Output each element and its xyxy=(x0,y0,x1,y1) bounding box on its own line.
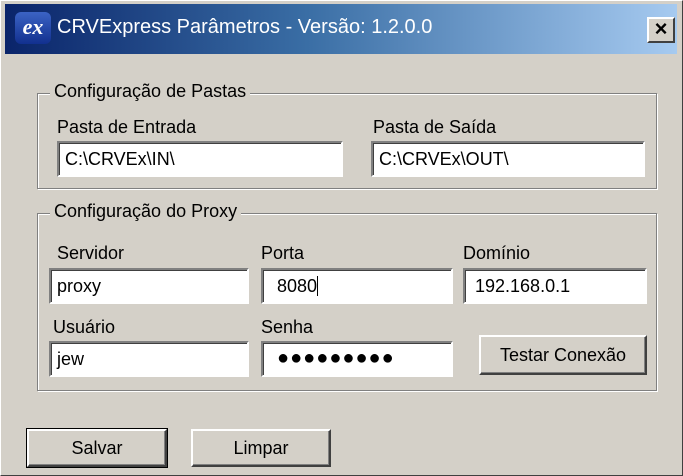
user-field[interactable]: jew xyxy=(49,341,249,377)
port-field[interactable]: 8080 xyxy=(261,268,453,304)
output-folder-field[interactable]: C:\CRVEx\OUT\ xyxy=(371,141,645,177)
settings-window: ex CRVExpress Parâmetros - Versão: 1.2.0… xyxy=(0,0,683,476)
domain-label: Domínio xyxy=(463,243,531,263)
text-cursor xyxy=(317,276,319,296)
save-button[interactable]: Salvar xyxy=(26,428,168,468)
close-button[interactable]: × xyxy=(647,17,675,43)
test-connection-button[interactable]: Testar Conexão xyxy=(479,335,647,375)
server-field[interactable]: proxy xyxy=(49,268,249,304)
clear-button[interactable]: Limpar xyxy=(191,429,331,467)
folders-group-title: Configuração de Pastas xyxy=(50,81,251,102)
password-label: Senha xyxy=(261,317,314,337)
port-label: Porta xyxy=(261,243,305,263)
server-label: Servidor xyxy=(57,243,125,263)
user-label: Usuário xyxy=(53,317,116,337)
window-title: CRVExpress Parâmetros - Versão: 1.2.0.0 xyxy=(57,16,433,38)
password-field[interactable]: ●●●●●●●●● xyxy=(261,341,453,377)
input-folder-label: Pasta de Entrada xyxy=(57,117,197,137)
output-folder-label: Pasta de Saída xyxy=(373,117,497,137)
port-value: 8080 xyxy=(277,276,318,296)
app-logo-icon: ex xyxy=(15,12,51,44)
proxy-group-title: Configuração do Proxy xyxy=(50,201,242,222)
domain-field[interactable]: 192.168.0.1 xyxy=(463,268,647,304)
title-bar[interactable]: ex CRVExpress Parâmetros - Versão: 1.2.0… xyxy=(5,4,677,54)
input-folder-field[interactable]: C:\CRVEx\IN\ xyxy=(57,141,343,177)
